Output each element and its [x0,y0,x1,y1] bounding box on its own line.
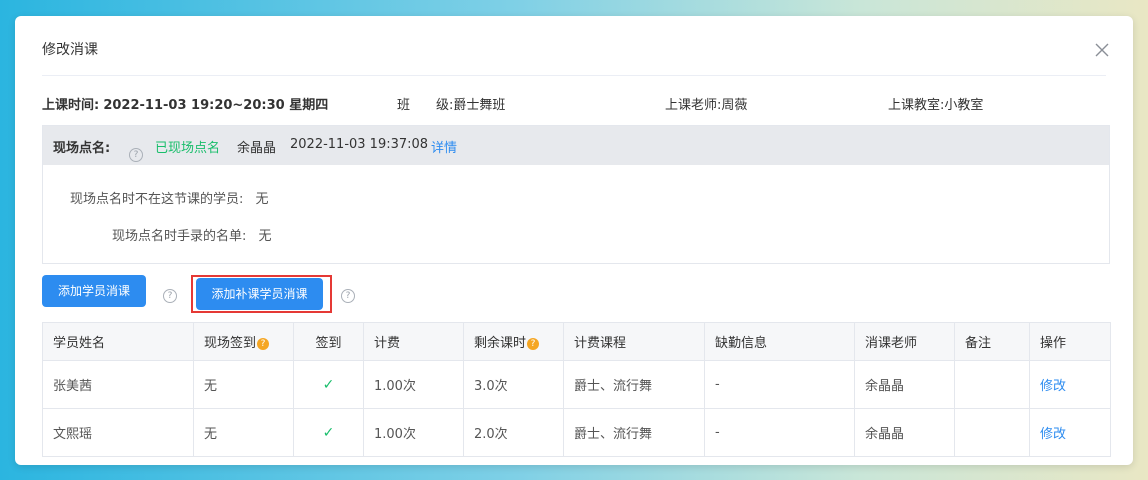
add-makeup-student-consume-button[interactable]: 添加补课学员消课 [196,278,323,310]
cell-onsite: 无 [193,408,294,457]
rollcall-detail-link[interactable]: 详情 [431,137,457,156]
edit-lesson-dialog: 修改消课 上课时间: 2022-11-03 19:20~20:30 星期四 班 … [15,16,1133,465]
lesson-room-value: 小教室 [944,98,984,113]
cell-absence: - [704,360,855,409]
cell-remaining: 3.0次 [463,360,564,409]
header-onsite-signin-label: 现场签到 [204,336,257,351]
absent-row: 现场点名时不在这节课的学员: 无 [70,188,269,207]
consume-table: 学员姓名 现场签到? 签到 计费 剩余课时? 计费课程 缺勤信息 消课老师 备注… [42,322,1111,457]
edit-link[interactable]: 修改 [1040,379,1066,394]
header-onsite-signin: 现场签到? [193,322,294,361]
header-remaining: 剩余课时? [463,322,564,361]
header-teacher: 消课老师 [854,322,955,361]
cell-absence: - [704,408,855,457]
lesson-teacher-label: 上课老师: [665,98,722,113]
cell-teacher: 余晶晶 [854,408,955,457]
help-icon-glyph: ? [129,148,143,162]
close-icon[interactable] [1094,42,1110,58]
cell-action: 修改 [1029,408,1111,457]
edit-link[interactable]: 修改 [1040,427,1066,442]
add-makeup-help-icon[interactable]: ? [341,283,355,303]
cell-student-name: 张美茜 [42,360,194,409]
lesson-room-label: 上课教室: [888,98,945,113]
rollcall-panel: 现场点名: ? 已现场点名 余晶晶 2022-11-03 19:37:08 详情… [42,125,1110,264]
rollcall-status: 已现场点名 [155,141,221,156]
header-remaining-label: 剩余课时 [474,336,527,351]
lesson-time-label: 上课时间: [42,98,100,113]
header-student-name: 学员姓名 [42,322,194,361]
check-glyph: ✓ [322,376,335,393]
table-row: 张美茜 无 ✓ 1.00次 3.0次 爵士、流行舞 - 余晶晶 修改 [42,360,1111,409]
cell-action: 修改 [1029,360,1111,409]
header-absence: 缺勤信息 [704,322,855,361]
rollcall-time: 2022-11-03 19:37:08 [290,137,429,152]
cell-charge: 1.00次 [363,360,464,409]
cell-remaining: 2.0次 [463,408,564,457]
rollcall-label: 现场点名: [53,141,111,156]
title-divider [42,75,1106,76]
cell-student-name: 文熙瑶 [42,408,194,457]
help-icon-glyph: ? [341,289,355,303]
rollcall-header: 现场点名: ? 已现场点名 余晶晶 2022-11-03 19:37:08 详情 [43,126,1109,165]
lesson-time-value: 2022-11-03 19:20~20:30 星期四 [103,98,329,113]
lesson-teacher: 上课老师:周薇 [665,94,747,113]
lesson-room: 上课教室:小教室 [888,94,983,113]
cell-course: 爵士、流行舞 [563,360,705,409]
check-icon: ✓ [293,408,364,457]
info-icon[interactable]: ? [257,338,270,350]
header-action: 操作 [1029,322,1111,361]
cell-teacher: 余晶晶 [854,360,955,409]
header-note: 备注 [954,322,1030,361]
cell-note [954,360,1030,409]
lesson-time: 上课时间: 2022-11-03 19:20~20:30 星期四 [42,94,328,113]
check-icon: ✓ [293,360,364,409]
add-student-consume-button[interactable]: 添加学员消课 [42,275,146,307]
rollcall-operator: 余晶晶 [237,141,277,156]
cell-onsite: 无 [193,360,294,409]
header-course: 计费课程 [563,322,705,361]
table-row: 文熙瑶 无 ✓ 1.00次 2.0次 爵士、流行舞 - 余晶晶 修改 [42,408,1111,457]
header-signed: 签到 [293,322,364,361]
table-header-row: 学员姓名 现场签到? 签到 计费 剩余课时? 计费课程 缺勤信息 消课老师 备注… [42,322,1111,361]
lesson-class-value: 爵士舞班 [453,98,506,113]
manual-row: 现场点名时手录的名单: 无 [112,225,272,244]
help-icon-glyph: ? [163,289,177,303]
absent-label: 现场点名时不在这节课的学员: [70,192,244,207]
manual-label: 现场点名时手录的名单: [112,229,247,244]
absent-value: 无 [255,192,269,207]
check-glyph: ✓ [322,424,335,441]
info-icon[interactable]: ? [527,338,540,350]
add-student-help-icon[interactable]: ? [163,283,177,303]
manual-value: 无 [258,229,272,244]
lesson-class: 班 级:爵士舞班 [397,94,505,113]
cell-charge: 1.00次 [363,408,464,457]
header-charge: 计费 [363,322,464,361]
lesson-class-label: 班 级: [397,98,454,113]
cell-course: 爵士、流行舞 [563,408,705,457]
cell-note [954,408,1030,457]
lesson-teacher-value: 周薇 [721,98,748,113]
dialog-title: 修改消课 [42,42,98,58]
